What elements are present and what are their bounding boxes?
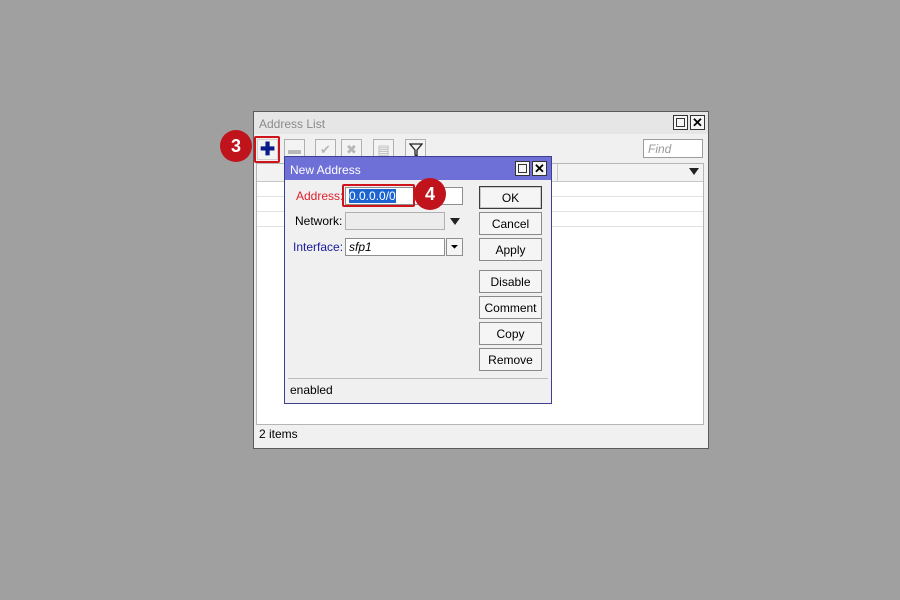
- step-4-badge: 4: [414, 178, 446, 210]
- interface-dropdown-button[interactable]: ⏷: [446, 238, 463, 256]
- close-button[interactable]: ✕: [690, 115, 705, 130]
- copy-button[interactable]: Copy: [479, 322, 542, 345]
- maximize-icon: [676, 118, 685, 127]
- add-button-highlight: [254, 136, 280, 163]
- step-3-badge: 3: [220, 130, 252, 162]
- comment-address-button[interactable]: Comment: [479, 296, 542, 319]
- address-label: Address:: [296, 189, 344, 203]
- close-icon: ✕: [534, 161, 545, 176]
- remove-address-button[interactable]: Remove: [479, 348, 542, 371]
- maximize-icon: [518, 164, 527, 173]
- cancel-button[interactable]: Cancel: [479, 212, 542, 235]
- dropdown-icon: ⏷: [450, 241, 459, 253]
- network-label: Network:: [295, 214, 343, 228]
- minus-icon: ▬: [288, 142, 301, 157]
- close-icon: ✕: [692, 115, 703, 130]
- dialog-maximize-button[interactable]: [515, 161, 530, 176]
- column-menu-icon[interactable]: [689, 168, 699, 175]
- maximize-button[interactable]: [673, 115, 688, 130]
- dialog-title: New Address: [290, 163, 361, 177]
- apply-button[interactable]: Apply: [479, 238, 542, 261]
- address-list-titlebar[interactable]: Address List ✕: [254, 112, 708, 134]
- find-input[interactable]: Find: [643, 139, 703, 158]
- network-dropdown-icon[interactable]: [450, 218, 460, 225]
- network-field[interactable]: [345, 212, 445, 230]
- filter-icon: [408, 142, 423, 157]
- dialog-close-button[interactable]: ✕: [532, 161, 547, 176]
- interface-label: Interface:: [293, 240, 344, 254]
- dialog-status: enabled: [288, 378, 548, 401]
- ok-button[interactable]: OK: [479, 186, 542, 209]
- address-list-title: Address List: [259, 117, 326, 131]
- address-highlight: [342, 184, 415, 207]
- column-divider: [557, 164, 558, 182]
- disable-address-button[interactable]: Disable: [479, 270, 542, 293]
- dialog-titlebar[interactable]: New Address ✕: [285, 157, 551, 180]
- interface-field[interactable]: sfp1: [345, 238, 445, 256]
- list-status: 2 items: [259, 427, 298, 441]
